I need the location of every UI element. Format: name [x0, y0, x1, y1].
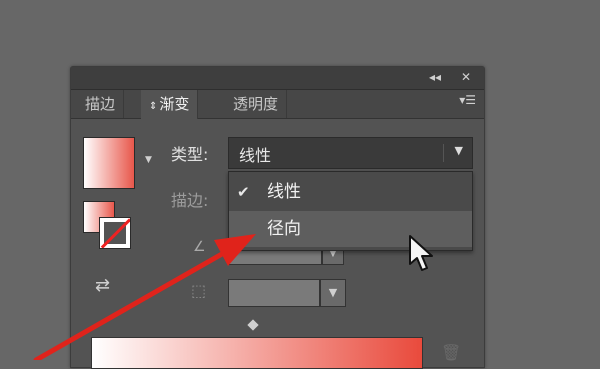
angle-icon: ∠: [193, 239, 206, 255]
stroke-swatch[interactable]: [99, 217, 131, 249]
type-select-value: 线性: [239, 146, 272, 165]
none-slash-icon: [100, 218, 130, 248]
reverse-gradient-icon[interactable]: ⇄: [95, 275, 110, 296]
type-dropdown-menu: ✔ 线性 径向: [228, 171, 473, 251]
trash-icon[interactable]: 🗑: [441, 343, 461, 362]
gradient-slider[interactable]: [91, 337, 423, 369]
gradient-panel: ◂◂ ✕ 描边 ⇕ 渐变 透明度 ▾☰ ▼ ⇄ 类型: 线性 ▼ 描边: ∠ ▼ …: [70, 66, 485, 369]
panel-menu-icon[interactable]: ▾☰: [459, 93, 476, 107]
option-linear-label: 线性: [267, 182, 301, 202]
close-icon[interactable]: ✕: [461, 70, 471, 84]
option-linear[interactable]: ✔ 线性: [229, 174, 472, 210]
panel-tabs: 描边 ⇕ 渐变 透明度 ▾☰: [71, 90, 484, 119]
option-radial[interactable]: 径向: [229, 211, 472, 247]
midpoint-marker[interactable]: [247, 319, 259, 331]
updown-icon: ⇕: [149, 101, 158, 112]
tab-transparency-label: 透明度: [233, 95, 279, 113]
swatch-dropdown-icon[interactable]: ▼: [145, 155, 152, 165]
tab-stroke[interactable]: 描边: [77, 90, 125, 118]
tab-stroke-label: 描边: [85, 95, 116, 113]
aspect-ratio-icon: ⬚: [191, 281, 207, 300]
tab-transparency[interactable]: 透明度: [225, 90, 288, 118]
stroke-label: 描边:: [171, 191, 209, 210]
collapse-icon[interactable]: ◂◂: [429, 70, 441, 84]
chevron-down-icon[interactable]: ▼: [455, 144, 463, 157]
type-select[interactable]: 线性 ▼: [228, 137, 473, 169]
mouse-cursor-icon: [409, 235, 433, 271]
check-icon: ✔: [237, 183, 250, 201]
panel-titlebar: ◂◂ ✕: [71, 67, 484, 90]
select-separator: [443, 144, 444, 162]
fill-stroke-swatch[interactable]: [83, 201, 137, 255]
gradient-swatch[interactable]: [83, 137, 135, 189]
aspect-ratio-field[interactable]: [228, 279, 320, 307]
tab-gradient[interactable]: ⇕ 渐变: [141, 90, 199, 119]
aspect-dropdown-button[interactable]: ▼: [320, 279, 346, 307]
tab-gradient-label: 渐变: [159, 95, 190, 113]
option-radial-label: 径向: [267, 219, 301, 239]
type-label: 类型:: [171, 145, 209, 164]
